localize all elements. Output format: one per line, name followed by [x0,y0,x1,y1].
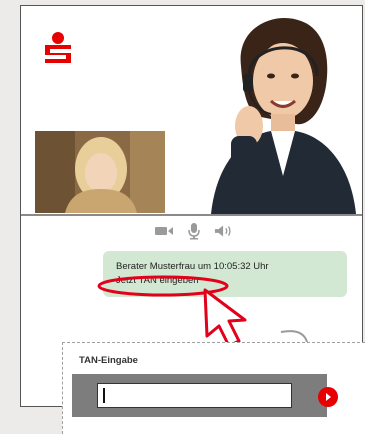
video-area [21,6,362,216]
tan-input-bar [72,374,327,417]
sparkasse-logo-icon [45,32,71,63]
text-caret [103,388,105,403]
speaker-icon[interactable] [214,222,234,240]
tan-input[interactable] [97,383,292,408]
self-view-video [35,131,165,213]
tan-submit-button[interactable] [318,387,338,407]
tan-title: TAN-Eingabe [79,355,138,366]
chevron-right-icon [326,393,331,401]
chat-message-header: Berater Musterfrau um 10:05:32 Uhr [116,261,269,272]
video-camera-icon[interactable] [154,222,174,240]
media-toolbar [154,222,234,240]
microphone-icon[interactable] [184,222,204,240]
tan-entry-panel: TAN-Eingabe [62,342,365,434]
cursor-arrow-icon [203,288,247,348]
consultant-video [171,6,362,214]
